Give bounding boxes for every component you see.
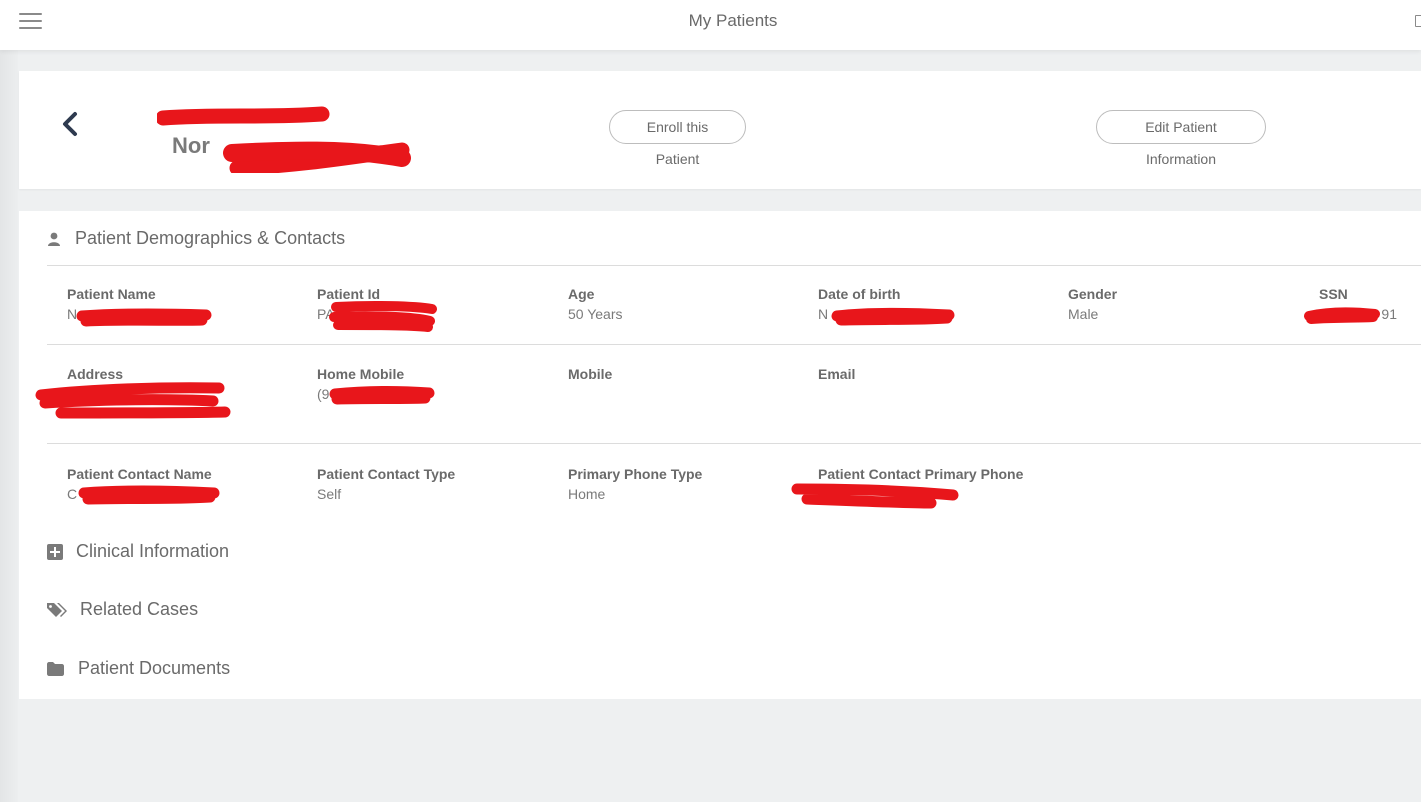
field-label: Date of birth [818, 286, 901, 302]
patient-header-card: Nor Enroll this Patient Edit Patient Inf… [19, 71, 1421, 189]
field-value: (9 [317, 386, 330, 402]
plus-square-icon [47, 543, 63, 560]
field-label: Age [568, 286, 595, 302]
field-patient-name: Patient Name N [67, 286, 297, 322]
section-related-cases[interactable]: Related Cases [47, 599, 198, 620]
section-documents-label: Patient Documents [78, 658, 231, 678]
field-value: N [67, 306, 78, 322]
field-patient-id: Patient Id PA [317, 286, 547, 322]
section-related-label: Related Cases [80, 599, 199, 619]
field-value: 50 Years [568, 306, 623, 322]
patient-details-card: Patient Demographics & Contacts Patient … [19, 211, 1421, 699]
field-label: Patient Contact Type [317, 466, 456, 482]
section-clinical-label: Clinical Information [76, 541, 230, 561]
field-value: Male [1068, 306, 1099, 322]
field-label: Primary Phone Type [568, 466, 703, 482]
page-title: My Patients [688, 11, 778, 30]
field-primary-phone-type: Primary Phone Type Home [568, 466, 798, 502]
user-icon [48, 232, 60, 246]
section-clinical-information[interactable]: Clinical Information [47, 541, 229, 562]
chevron-left-icon[interactable] [59, 109, 83, 139]
field-label: Home Mobile [317, 366, 405, 382]
patient-header-name: Nor [172, 133, 210, 158]
section-patient-documents[interactable]: Patient Documents [47, 658, 230, 679]
field-home-mobile: Home Mobile (9 [317, 366, 547, 402]
field-value [818, 386, 1048, 402]
field-label: SSN [1319, 286, 1348, 302]
document-icon[interactable] [1415, 15, 1421, 27]
field-date-of-birth: Date of birth N [818, 286, 1048, 322]
field-value: Self [317, 486, 342, 502]
field-value [568, 386, 798, 402]
field-value: C [67, 486, 78, 502]
field-age: Age 50 Years [568, 286, 798, 322]
field-patient-contact-primary-phone: Patient Contact Primary Phone [818, 466, 1078, 502]
divider [47, 344, 1421, 345]
top-bar: My Patients [0, 0, 1421, 50]
field-value: Home [568, 486, 606, 502]
left-gutter [0, 50, 18, 802]
field-email: Email [818, 366, 1048, 402]
field-patient-contact-name: Patient Contact Name C [67, 466, 297, 502]
field-value [67, 386, 297, 402]
enroll-patient-button[interactable]: Enroll this Patient [609, 110, 746, 167]
field-label: Mobile [568, 366, 613, 382]
divider [47, 265, 1421, 266]
field-label: Patient Contact Name [67, 466, 212, 482]
tags-icon [47, 602, 67, 617]
field-label: Gender [1068, 286, 1118, 302]
field-patient-contact-type: Patient Contact Type Self [317, 466, 547, 502]
field-ssn: SSN 91 [1319, 286, 1419, 322]
field-value: N [818, 306, 829, 322]
section-demographics[interactable]: Patient Demographics & Contacts [47, 228, 345, 249]
field-address: Address [67, 366, 297, 402]
field-label: Patient Contact Primary Phone [818, 466, 1024, 482]
section-demographics-label: Patient Demographics & Contacts [75, 228, 346, 248]
field-mobile: Mobile [568, 366, 798, 402]
field-value: 91 [1381, 306, 1397, 322]
field-gender: Gender Male [1068, 286, 1298, 322]
field-value: PA [317, 306, 335, 322]
edit-patient-information-button[interactable]: Edit Patient Information [1096, 110, 1266, 167]
field-label: Email [818, 366, 856, 382]
folder-icon [47, 661, 64, 676]
field-label: Address [67, 366, 124, 382]
field-label: Patient Name [67, 286, 156, 302]
field-value [818, 486, 1078, 502]
field-label: Patient Id [317, 286, 381, 302]
divider [47, 443, 1421, 444]
